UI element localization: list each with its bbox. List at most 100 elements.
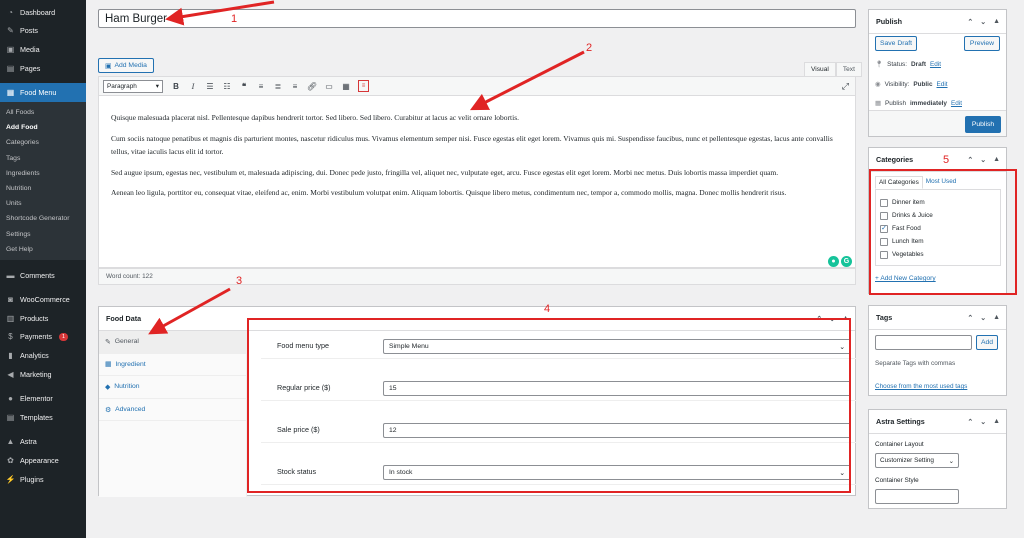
numbered-list-icon[interactable]: ☷ — [219, 79, 235, 93]
toolbar-toggle-icon[interactable]: ▦ — [338, 79, 354, 93]
content-paragraph: Cum sociis natoque penatibus et magnis d… — [111, 133, 833, 157]
sidebar-item-elementor[interactable]: ● Elementor — [0, 389, 86, 408]
food-shortcode-icon[interactable]: ≡ — [358, 80, 369, 92]
fullscreen-icon[interactable]: ⤢ — [842, 81, 849, 92]
sidebar-item-payments[interactable]: $ Payments 1 — [0, 328, 86, 347]
sidebar-item-marketing[interactable]: ◀ Marketing — [0, 365, 86, 384]
sidebar-item-comments[interactable]: ▬ Comments — [0, 266, 86, 285]
sidebar-item-astra[interactable]: ▲ Astra — [0, 433, 86, 452]
publish-button[interactable]: Publish — [965, 116, 1001, 133]
wrench-icon: ✎ — [105, 338, 111, 346]
chevron-down-icon: ▾ — [155, 83, 159, 90]
sidebar-item-label: Templates — [20, 412, 53, 422]
move-down-icon[interactable]: ⌄ — [980, 314, 986, 322]
edit-visibility-link[interactable]: Edit — [937, 81, 948, 88]
sidebar-item-plugins[interactable]: ⚡ Plugins — [0, 470, 86, 489]
dashboard-icon: ◔ — [8, 7, 13, 17]
bold-icon[interactable]: B — [168, 79, 184, 93]
move-down-icon[interactable]: ⌄ — [980, 418, 986, 426]
submenu-item-nutrition[interactable]: Nutrition — [0, 181, 86, 196]
choose-tags-link[interactable]: Choose from the most used tags — [875, 383, 967, 390]
publish-header: Publish ⌃ ⌄ ▲ — [869, 10, 1006, 34]
preview-button[interactable]: Preview — [964, 36, 1000, 51]
sidebar-item-products[interactable]: ▥ Products — [0, 309, 86, 328]
tab-text[interactable]: Text — [835, 62, 862, 77]
media-icon: ▣ — [6, 44, 15, 54]
italic-icon[interactable]: I — [185, 79, 201, 93]
submenu-item-get-help[interactable]: Get Help — [0, 242, 86, 257]
admin-sidebar: ◔ Dashboard ✎ Posts ▣ Media ▤ Pages ▦ Food Menu… — [0, 0, 86, 538]
save-draft-button[interactable]: Save Draft — [875, 36, 917, 51]
submenu-item-add-food[interactable]: Add Food — [0, 120, 86, 135]
move-up-icon[interactable]: ⌃ — [967, 418, 973, 426]
sidebar-item-dashboard[interactable]: ◔ Dashboard — [0, 3, 86, 22]
container-style-label: Container Style — [875, 477, 919, 484]
submenu-item-all-foods[interactable]: All Foods — [0, 105, 86, 120]
edit-status-link[interactable]: Edit — [930, 61, 941, 68]
annotation-number-1: 1 — [231, 13, 238, 25]
pages-icon: ▤ — [6, 63, 15, 73]
collapse-icon[interactable]: ▲ — [993, 18, 1000, 26]
sidebar-item-analytics[interactable]: ▮ Analytics — [0, 346, 86, 365]
advanced-gear-icon: ⚙ — [105, 406, 112, 414]
sidebar-item-label: Dashboard — [20, 7, 56, 17]
bullet-list-icon[interactable]: ☰ — [202, 79, 218, 93]
tag-input[interactable] — [875, 335, 972, 350]
submenu-item-units[interactable]: Units — [0, 196, 86, 211]
sidebar-item-pages[interactable]: ▤ Pages — [0, 59, 86, 78]
blockquote-icon[interactable]: ❝ — [236, 79, 252, 93]
content-paragraph: Quisque malesuada placerat nisl. Pellent… — [111, 113, 520, 122]
tab-nutrition[interactable]: ◆ Nutrition — [99, 376, 246, 399]
tab-advanced[interactable]: ⚙ Advanced — [99, 399, 246, 422]
container-style-select[interactable] — [875, 489, 959, 504]
align-center-icon[interactable]: ≣ — [270, 79, 286, 93]
link-icon[interactable]: 🔗︎ — [304, 79, 320, 93]
sidebar-item-appearance[interactable]: ✿ Appearance — [0, 451, 86, 470]
sidebar-item-label: Elementor — [20, 394, 53, 404]
sidebar-item-food-menu[interactable]: ▦ Food Menu — [0, 83, 86, 102]
container-layout-select[interactable]: Customizer Setting ⌄ — [875, 453, 959, 468]
read-more-icon[interactable]: ▭ — [321, 79, 337, 93]
sidebar-item-media[interactable]: ▣ Media — [0, 40, 86, 59]
visibility-line: ◉ Visibility: Public Edit — [875, 80, 948, 89]
grammarly-pin-icon[interactable]: ● — [828, 256, 839, 267]
format-select[interactable]: Paragraph ▾ — [103, 79, 163, 93]
move-down-icon[interactable]: ⌄ — [980, 18, 986, 26]
move-up-icon[interactable]: ⌃ — [967, 156, 973, 164]
move-up-icon[interactable]: ⌃ — [967, 18, 973, 26]
publish-footer: Publish — [869, 110, 1006, 136]
annotation-number-2: 2 — [586, 42, 593, 54]
nutrition-icon: ◆ — [105, 383, 111, 391]
submenu-item-settings[interactable]: Settings — [0, 226, 86, 241]
sidebar-item-woocommerce[interactable]: ◙ WooCommerce — [0, 290, 86, 309]
move-down-icon[interactable]: ⌄ — [980, 156, 986, 164]
tab-visual[interactable]: Visual — [804, 62, 836, 77]
collapse-icon[interactable]: ▲ — [993, 418, 1000, 426]
align-right-icon[interactable]: ≡ — [287, 79, 303, 93]
submenu-item-tags[interactable]: Tags — [0, 151, 86, 166]
tab-general[interactable]: ✎ General — [99, 331, 246, 354]
submenu-item-ingredients[interactable]: Ingredients — [0, 166, 86, 181]
grammarly-icon[interactable]: G — [841, 256, 852, 267]
align-left-icon[interactable]: ≡ — [253, 79, 269, 93]
sidebar-item-label: Posts — [20, 26, 38, 36]
submenu-item-shortcode-generator[interactable]: Shortcode Generator — [0, 211, 86, 226]
pin-icon: 📍︎ — [875, 61, 884, 68]
collapse-icon[interactable]: ▲ — [993, 156, 1000, 164]
post-title-input[interactable] — [98, 9, 856, 28]
edit-schedule-link[interactable]: Edit — [951, 100, 962, 107]
tab-ingredient[interactable]: ▦ Ingredient — [99, 354, 246, 377]
word-count: Word count: 122 — [98, 268, 856, 285]
sidebar-item-templates[interactable]: ▤ Templates — [0, 408, 86, 427]
submenu-item-categories[interactable]: Categories — [0, 135, 86, 150]
sidebar-item-label: Pages — [20, 63, 41, 73]
container-layout-label: Container Layout — [875, 441, 924, 448]
collapse-icon[interactable]: ▲ — [993, 314, 1000, 322]
astra-settings-panel: Astra Settings ⌃ ⌄ ▲ Container Layout Cu… — [868, 409, 1007, 509]
editor-content[interactable]: Quisque malesuada placerat nisl. Pellent… — [98, 96, 856, 268]
content-paragraph: Sed augue ipsum, egestas nec, vestibulum… — [111, 167, 779, 177]
add-media-button[interactable]: ▣ Add Media — [98, 58, 154, 73]
sidebar-item-posts[interactable]: ✎ Posts — [0, 22, 86, 41]
add-tag-button[interactable]: Add — [976, 335, 998, 350]
move-up-icon[interactable]: ⌃ — [967, 314, 973, 322]
